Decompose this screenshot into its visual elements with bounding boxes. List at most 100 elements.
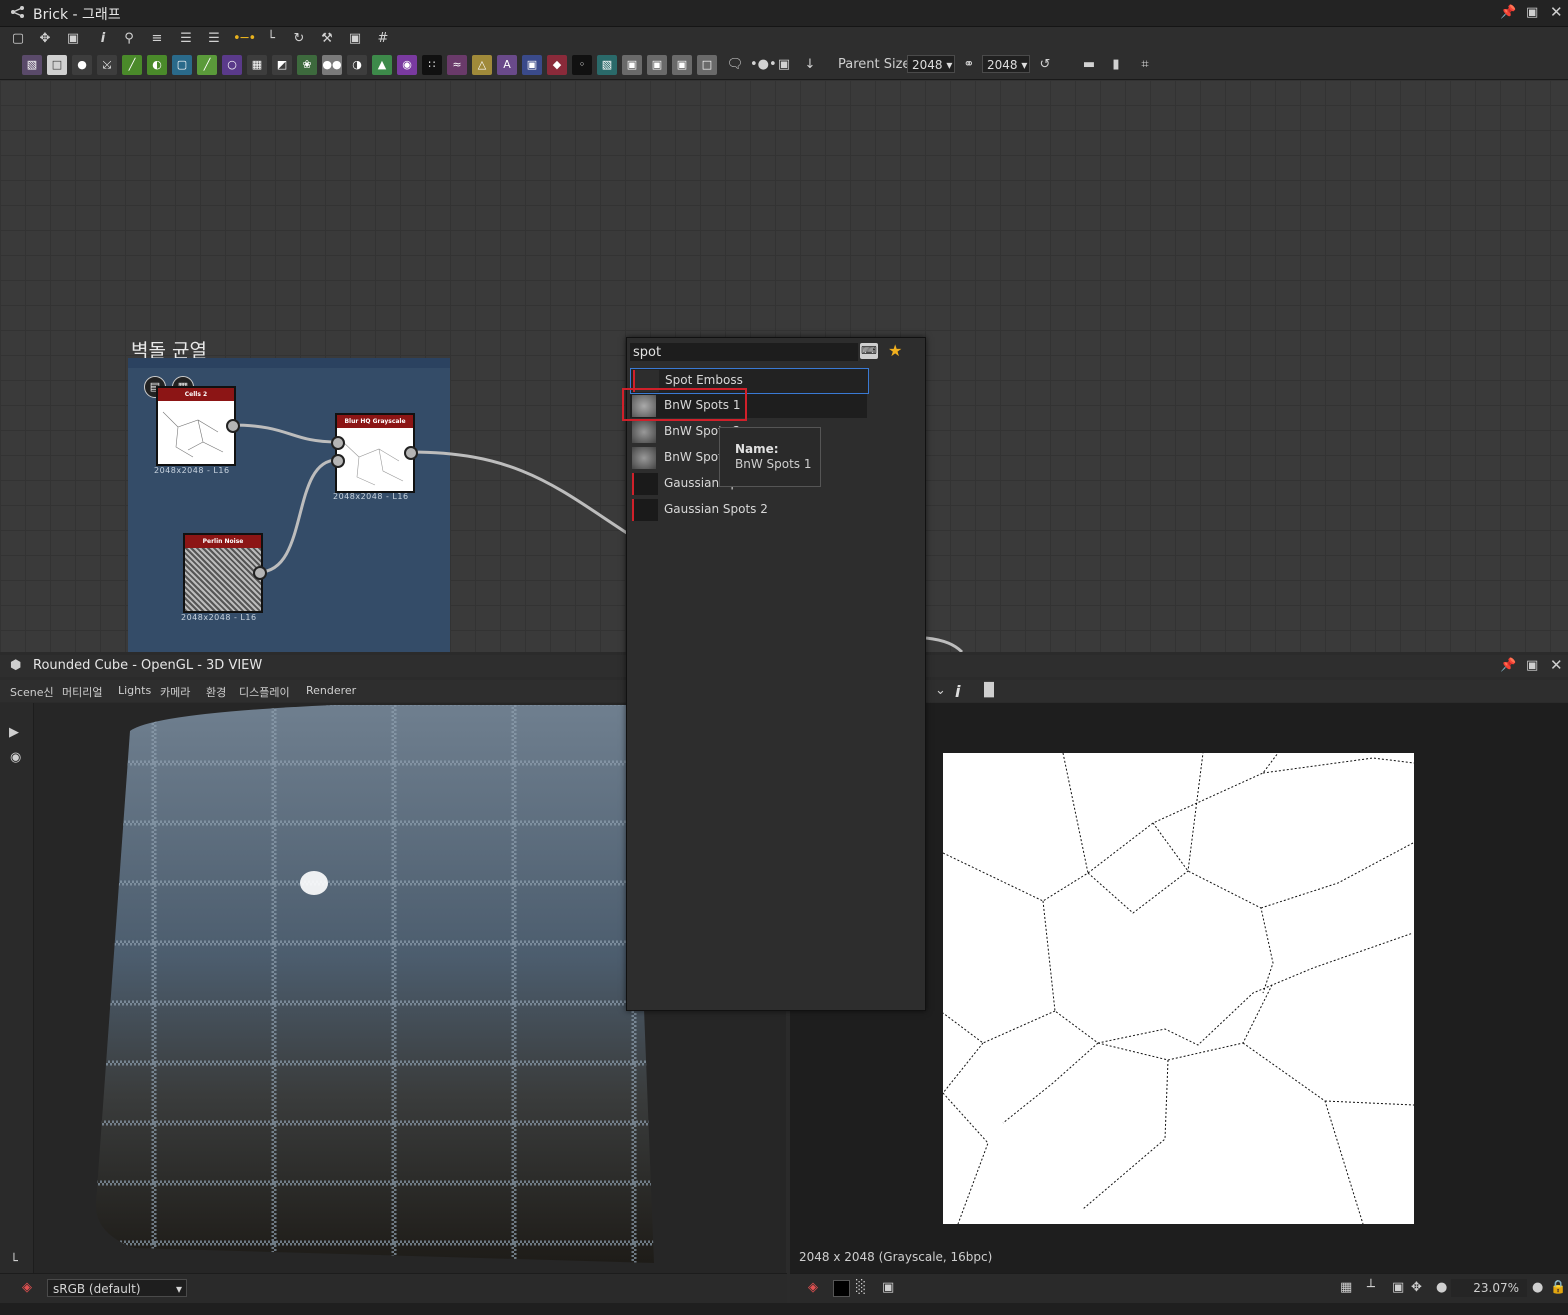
info-icon[interactable]: i: [94, 30, 112, 48]
camera-icon[interactable]: ▶: [9, 725, 19, 740]
close-icon[interactable]: ✕: [1550, 656, 1563, 674]
zoom-options-icon[interactable]: ●: [1532, 1280, 1543, 1295]
tile-icon[interactable]: ▦: [247, 55, 267, 75]
comment-frame-icon[interactable]: □: [697, 55, 717, 75]
transform-icon[interactable]: ▢: [172, 55, 192, 75]
fill-icon[interactable]: ◆: [547, 55, 567, 75]
fit-icon[interactable]: ▣: [1392, 1280, 1404, 1295]
zoom-field[interactable]: 23.07%: [1451, 1279, 1527, 1297]
input-port[interactable]: [331, 454, 345, 468]
search-icon[interactable]: ⚲: [120, 30, 138, 48]
menu-renderer[interactable]: Renderer: [306, 684, 356, 697]
output-port[interactable]: [253, 566, 267, 580]
blur-node[interactable]: Blur HQ Grayscale: [335, 413, 415, 493]
bitmap-node-icon[interactable]: ▧: [22, 55, 42, 75]
pin-icon[interactable]: 📌: [1500, 5, 1516, 20]
distribute-icon[interactable]: ⌗: [1136, 56, 1154, 74]
text-icon[interactable]: A: [497, 55, 517, 75]
layers-icon[interactable]: ◈: [808, 1280, 818, 1295]
svg-node-icon[interactable]: □: [47, 55, 67, 75]
switch-icon[interactable]: ●●: [322, 55, 342, 75]
display-icon[interactable]: ▣: [346, 30, 364, 48]
directional-warp-icon[interactable]: ≈: [447, 55, 467, 75]
light-icon[interactable]: ◉: [10, 750, 21, 765]
screenshot-icon[interactable]: ▣: [64, 30, 82, 48]
move-icon[interactable]: ✥: [1411, 1280, 1422, 1295]
uniform-icon[interactable]: ○: [222, 55, 242, 75]
histogram-icon[interactable]: ▲: [372, 55, 392, 75]
warp-icon[interactable]: ❀: [297, 55, 317, 75]
output-port[interactable]: [226, 419, 240, 433]
search-result-item[interactable]: Gaussian Spots 2: [630, 498, 867, 522]
menu-display[interactable]: 디스플레이: [239, 684, 290, 700]
align-vertical-icon[interactable]: ▮: [1107, 56, 1125, 74]
favorites-star-icon[interactable]: ★: [888, 341, 902, 360]
link-style-icon[interactable]: •─•: [233, 30, 256, 48]
info-icon[interactable]: i: [955, 682, 960, 701]
shuffle-icon[interactable]: ⤩: [97, 55, 117, 75]
hsl-icon[interactable]: ◉: [397, 55, 417, 75]
chevron-down-icon[interactable]: ⌄: [935, 683, 946, 698]
value-icon[interactable]: ▣: [672, 55, 692, 75]
frame-all-icon[interactable]: ▢: [9, 30, 27, 48]
close-icon[interactable]: ✕: [1550, 3, 1563, 21]
shape-icon[interactable]: ▣: [522, 55, 542, 75]
tools-icon[interactable]: ⚒: [318, 30, 336, 48]
layout-icon[interactable]: ☰: [177, 30, 195, 48]
mirror-icon[interactable]: △: [472, 55, 492, 75]
keyboard-icon[interactable]: ⌨: [860, 343, 878, 359]
gradient-icon[interactable]: ╱: [197, 55, 217, 75]
cells-node[interactable]: Cells 2: [156, 386, 236, 466]
grid-snap-icon[interactable]: #: [374, 30, 392, 48]
menu-lights[interactable]: Lights: [118, 684, 151, 697]
parent-size-height-dropdown[interactable]: 2048 ▾: [982, 55, 1030, 73]
histogram-icon[interactable]: ▐▌: [979, 683, 999, 698]
comment-icon[interactable]: 🗨: [726, 56, 744, 74]
pin-icon[interactable]: 📌: [1500, 658, 1516, 673]
parent-size-width-dropdown[interactable]: 2048 ▾: [907, 55, 955, 73]
black-bg-swatch[interactable]: [833, 1280, 850, 1297]
lock-icon[interactable]: 🔒: [1550, 1280, 1566, 1295]
menu-camera[interactable]: 카메라: [160, 684, 190, 700]
distance-icon[interactable]: ◦: [572, 55, 592, 75]
grid-icon[interactable]: ▦: [1340, 1280, 1352, 1295]
blend-icon[interactable]: ◩: [272, 55, 292, 75]
link-size-icon[interactable]: ⚭: [960, 56, 978, 74]
hierarchy-icon[interactable]: └: [10, 1254, 18, 1269]
3d-view-title: Rounded Cube - OpenGL - 3D VIEW: [33, 658, 263, 673]
menu-environment[interactable]: 환경: [206, 684, 226, 700]
list-icon[interactable]: ☰: [205, 30, 223, 48]
maximize-icon[interactable]: ▣: [1526, 5, 1538, 20]
zoom-dot-icon[interactable]: ●: [1436, 1280, 1447, 1295]
pin-node-icon[interactable]: ▣: [775, 56, 793, 74]
dot-icon[interactable]: •●•: [750, 56, 777, 74]
orthogonal-link-icon[interactable]: └: [262, 30, 280, 48]
layers-icon[interactable]: ◈: [22, 1280, 32, 1295]
menu-scene[interactable]: Scene신: [10, 684, 54, 700]
perlin-noise-node[interactable]: Perlin Noise: [183, 533, 263, 613]
output-port[interactable]: [404, 446, 418, 460]
input-port[interactable]: [331, 436, 345, 450]
colorspace-dropdown[interactable]: sRGB (default) ▾: [47, 1279, 187, 1297]
rgb-channels-icon[interactable]: ▣: [882, 1280, 894, 1295]
tooltip-name-label: Name:: [735, 442, 779, 456]
grayscale-icon[interactable]: ◑: [347, 55, 367, 75]
maximize-icon[interactable]: ▣: [1526, 658, 1538, 673]
colorize-icon[interactable]: ◐: [147, 55, 167, 75]
checker-bg-icon[interactable]: ░: [856, 1280, 866, 1295]
output-icon[interactable]: ▣: [647, 55, 667, 75]
frame-selected-icon[interactable]: ✥: [36, 30, 54, 48]
align-horizontal-icon[interactable]: ▬: [1080, 56, 1098, 74]
align-icon[interactable]: ≡: [148, 30, 166, 48]
levels-icon[interactable]: ●: [72, 55, 92, 75]
input-icon[interactable]: ▣: [622, 55, 642, 75]
noise-icon[interactable]: ∷: [422, 55, 442, 75]
refresh-icon[interactable]: ↻: [290, 30, 308, 48]
tiling-icon[interactable]: ┴: [1367, 1280, 1375, 1295]
curve-icon[interactable]: ╱: [122, 55, 142, 75]
anchor-icon[interactable]: ↓: [801, 56, 819, 74]
map-icon[interactable]: ▧: [597, 55, 617, 75]
reset-size-icon[interactable]: ↺: [1036, 56, 1054, 74]
node-search-input[interactable]: [630, 343, 858, 361]
menu-material[interactable]: 머티리얼: [62, 684, 102, 700]
